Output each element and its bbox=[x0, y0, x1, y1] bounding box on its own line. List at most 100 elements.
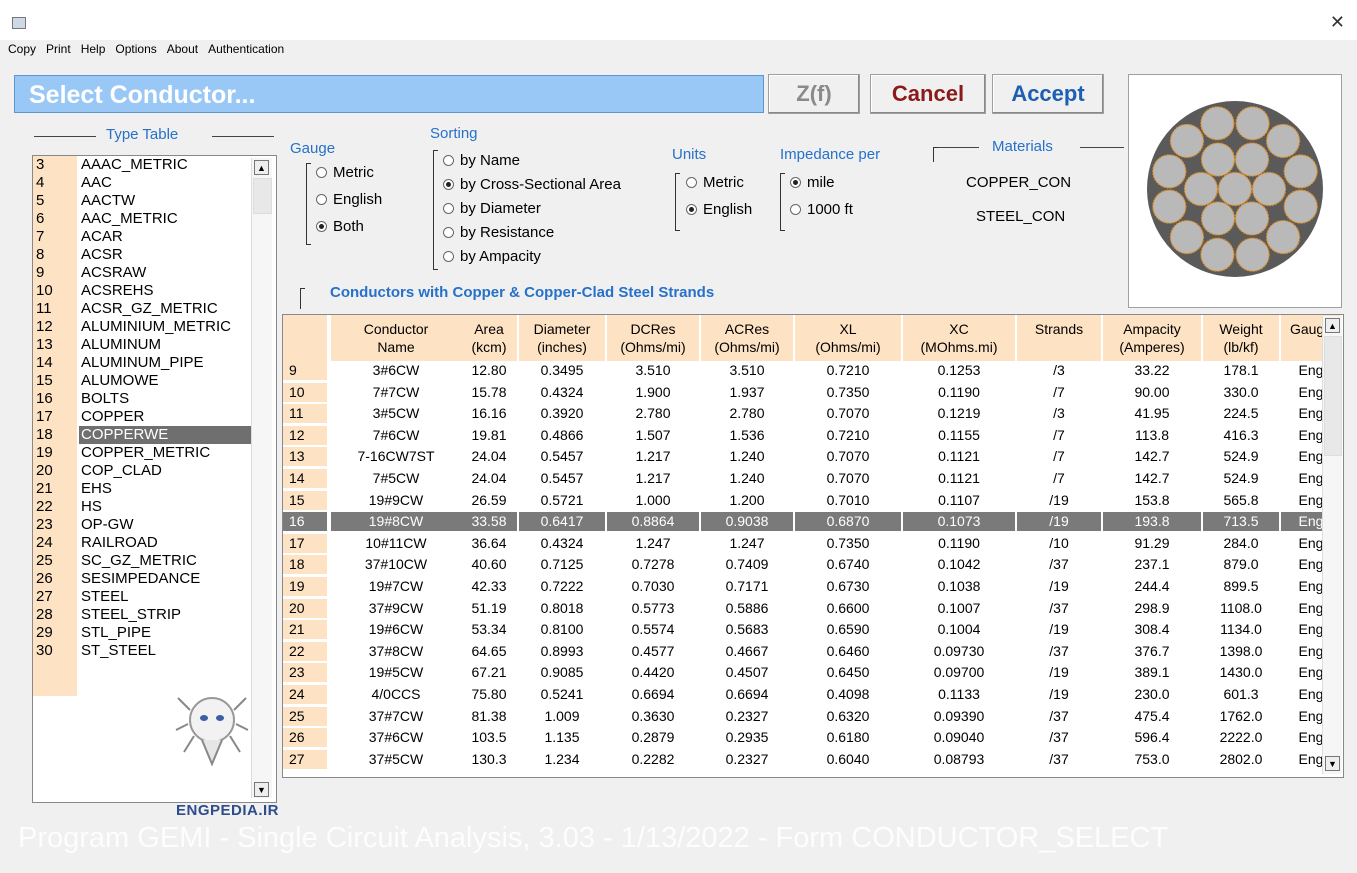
scroll-down-icon[interactable]: ▼ bbox=[1325, 756, 1340, 771]
list-item[interactable]: 10 ACSREHS bbox=[33, 282, 276, 300]
radio-icon[interactable] bbox=[316, 166, 327, 178]
sorting-option[interactable]: by Ampacity bbox=[443, 246, 541, 268]
radio-icon[interactable] bbox=[686, 203, 697, 215]
list-item[interactable]: 12 ALUMINIUM_METRIC bbox=[33, 318, 276, 336]
table-scrollbar[interactable]: ▲ ▼ bbox=[1322, 316, 1342, 774]
table-row[interactable]: 20 37#9CW 51.19 0.8018 0.5773 0.5886 0.6600 0.1… bbox=[283, 598, 1323, 618]
list-item[interactable]: 9 ACSRAW bbox=[33, 264, 276, 282]
radio-icon[interactable] bbox=[790, 203, 801, 215]
list-item[interactable]: 15 ALUMOWE bbox=[33, 372, 276, 390]
radio-icon[interactable] bbox=[790, 176, 801, 188]
table-row[interactable]: 16 19#8CW 33.58 0.6417 0.8864 0.9038 0.6870 0.1… bbox=[283, 512, 1341, 532]
radio-icon[interactable] bbox=[316, 193, 327, 205]
table-row[interactable]: 22 37#8CW 64.65 0.8993 0.4577 0.4667 0.6460 0.0… bbox=[283, 641, 1323, 661]
impedance-option[interactable]: mile bbox=[790, 172, 835, 194]
close-icon[interactable]: ✕ bbox=[1330, 12, 1345, 33]
gauge-option[interactable]: Both bbox=[316, 216, 364, 238]
scroll-up-icon[interactable]: ▲ bbox=[254, 160, 269, 175]
table-row[interactable]: 18 37#10CW 40.60 0.7125 0.7278 0.7409 0.6740 0.… bbox=[283, 555, 1323, 575]
conductor-table[interactable]: Conductor Name Area (kcm) Diameter (inches) DC… bbox=[282, 314, 1344, 778]
list-item[interactable]: 11 ACSR_GZ_METRIC bbox=[33, 300, 276, 318]
zf-button[interactable]: Z(f) bbox=[768, 74, 860, 114]
sorting-option[interactable]: by Name bbox=[443, 150, 520, 172]
list-item[interactable]: 7 ACAR bbox=[33, 228, 276, 246]
units-option[interactable]: Metric bbox=[686, 172, 744, 194]
list-item[interactable]: 6 AAC_METRIC bbox=[33, 210, 276, 228]
sorting-option[interactable]: by Resistance bbox=[443, 222, 554, 244]
column-header[interactable]: Strands bbox=[1017, 315, 1101, 361]
list-item[interactable]: 13 ALUMINUM bbox=[33, 336, 276, 354]
table-row[interactable]: 10 7#7CW 15.78 0.4324 1.900 1.937 0.7350 0.1190… bbox=[283, 382, 1323, 402]
table-row[interactable]: 12 7#6CW 19.81 0.4866 1.507 1.536 0.7210 0.1155… bbox=[283, 425, 1323, 445]
table-row[interactable]: 26 37#6CW 103.5 1.135 0.2879 0.2935 0.6180 0.09… bbox=[283, 728, 1323, 748]
table-row[interactable]: 24 4/0CCS 75.80 0.5241 0.6694 0.6694 0.4098 0.1… bbox=[283, 685, 1323, 704]
table-row[interactable]: 23 19#5CW 67.21 0.9085 0.4420 0.4507 0.6450 0.0… bbox=[283, 663, 1323, 683]
impedance-option[interactable]: 1000 ft bbox=[790, 199, 853, 221]
scroll-up-icon[interactable]: ▲ bbox=[1325, 318, 1340, 333]
table-row[interactable]: 15 19#9CW 26.59 0.5721 1.000 1.200 0.7010 0.110… bbox=[283, 490, 1323, 510]
list-item[interactable]: 30 ST_STEEL bbox=[33, 642, 276, 660]
list-item[interactable]: 27 STEEL bbox=[33, 588, 276, 606]
list-item[interactable]: 24 RAILROAD bbox=[33, 534, 276, 552]
sorting-option[interactable]: by Diameter bbox=[443, 198, 541, 220]
units-option[interactable]: English bbox=[686, 199, 752, 221]
list-item[interactable]: 3 AAAC_METRIC bbox=[33, 156, 276, 174]
accept-button[interactable]: Accept bbox=[992, 74, 1104, 114]
radio-icon[interactable] bbox=[443, 178, 454, 190]
table-row[interactable]: 27 37#5CW 130.3 1.234 0.2282 0.2327 0.6040 0.08… bbox=[283, 749, 1323, 769]
radio-icon[interactable] bbox=[443, 202, 454, 214]
list-item[interactable]: 20 COP_CLAD bbox=[33, 462, 276, 480]
table-row[interactable]: 17 10#11CW 36.64 0.4324 1.247 1.247 0.7350 0.11… bbox=[283, 533, 1323, 553]
table-row[interactable]: 21 19#6CW 53.34 0.8100 0.5574 0.5683 0.6590 0.1… bbox=[283, 620, 1323, 640]
column-header[interactable]: Conductor Name bbox=[331, 315, 461, 361]
table-row[interactable]: 25 37#7CW 81.38 1.009 0.3630 0.2327 0.6320 0.09… bbox=[283, 706, 1323, 726]
list-item[interactable]: 14 ALUMINUM_PIPE bbox=[33, 354, 276, 372]
column-header[interactable]: Area (kcm) bbox=[461, 315, 517, 361]
list-item[interactable]: 22 HS bbox=[33, 498, 276, 516]
column-header[interactable]: XL (Ohms/mi) bbox=[795, 315, 901, 361]
sorting-option[interactable]: by Cross-Sectional Area bbox=[443, 174, 621, 196]
column-header[interactable]: XC (MOhms.mi) bbox=[903, 315, 1015, 361]
list-item[interactable]: 4 AAC bbox=[33, 174, 276, 192]
list-item[interactable]: 18 COPPERWE bbox=[33, 426, 276, 444]
column-header[interactable]: Ampacity (Amperes) bbox=[1103, 315, 1201, 361]
scroll-down-icon[interactable]: ▼ bbox=[254, 782, 269, 797]
radio-icon[interactable] bbox=[443, 154, 454, 166]
radio-icon[interactable] bbox=[443, 250, 454, 262]
column-header[interactable]: Weight (lb/kf) bbox=[1203, 315, 1279, 361]
table-row[interactable]: 9 3#6CW 12.80 0.3495 3.510 3.510 0.7210 0.1253 /… bbox=[283, 361, 1323, 380]
radio-icon[interactable] bbox=[686, 176, 697, 188]
radio-icon[interactable] bbox=[443, 226, 454, 238]
table-row[interactable]: 19 19#7CW 42.33 0.7222 0.7030 0.7171 0.6730 0.1… bbox=[283, 577, 1323, 596]
gauge-option[interactable]: Metric bbox=[316, 162, 374, 184]
gauge-option[interactable]: English bbox=[316, 189, 382, 211]
table-row[interactable]: 13 7-16CW7ST 24.04 0.5457 1.217 1.240 0.7070 0.… bbox=[283, 447, 1323, 467]
cancel-button[interactable]: Cancel bbox=[870, 74, 986, 114]
list-item[interactable]: 25 SC_GZ_METRIC bbox=[33, 552, 276, 570]
table-row[interactable]: 11 3#5CW 16.16 0.3920 2.780 2.780 0.7070 0.1219… bbox=[283, 404, 1323, 424]
list-item[interactable]: 21 EHS bbox=[33, 480, 276, 498]
scroll-thumb[interactable] bbox=[1324, 336, 1342, 456]
column-header[interactable]: ACRes (Ohms/mi) bbox=[701, 315, 793, 361]
list-item[interactable]: 29 STL_PIPE bbox=[33, 624, 276, 642]
menu-options[interactable]: Options bbox=[115, 42, 156, 56]
list-item[interactable]: 23 OP-GW bbox=[33, 516, 276, 534]
list-item[interactable]: 28 STEEL_STRIP bbox=[33, 606, 276, 624]
type-list-scrollbar[interactable]: ▲ ▼ bbox=[251, 158, 272, 798]
list-item[interactable]: 16 BOLTS bbox=[33, 390, 276, 408]
list-item[interactable]: 19 COPPER_METRIC bbox=[33, 444, 276, 462]
menu-authentication[interactable]: Authentication bbox=[208, 42, 284, 56]
menu-help[interactable]: Help bbox=[81, 42, 106, 56]
radio-icon[interactable] bbox=[316, 220, 327, 232]
column-header[interactable]: Diameter (inches) bbox=[519, 315, 605, 361]
list-item[interactable]: 17 COPPER bbox=[33, 408, 276, 426]
menu-print[interactable]: Print bbox=[46, 42, 71, 56]
menu-copy[interactable]: Copy bbox=[8, 42, 36, 56]
column-header[interactable]: DCRes (Ohms/mi) bbox=[607, 315, 699, 361]
table-row[interactable]: 14 7#5CW 24.04 0.5457 1.217 1.240 0.7070 0.1121… bbox=[283, 469, 1323, 488]
menu-about[interactable]: About bbox=[167, 42, 198, 56]
list-item[interactable]: 8 ACSR bbox=[33, 246, 276, 264]
scroll-thumb[interactable] bbox=[253, 178, 272, 214]
list-item[interactable]: 26 SESIMPEDANCE bbox=[33, 570, 276, 588]
list-item[interactable]: 5 AACTW bbox=[33, 192, 276, 210]
